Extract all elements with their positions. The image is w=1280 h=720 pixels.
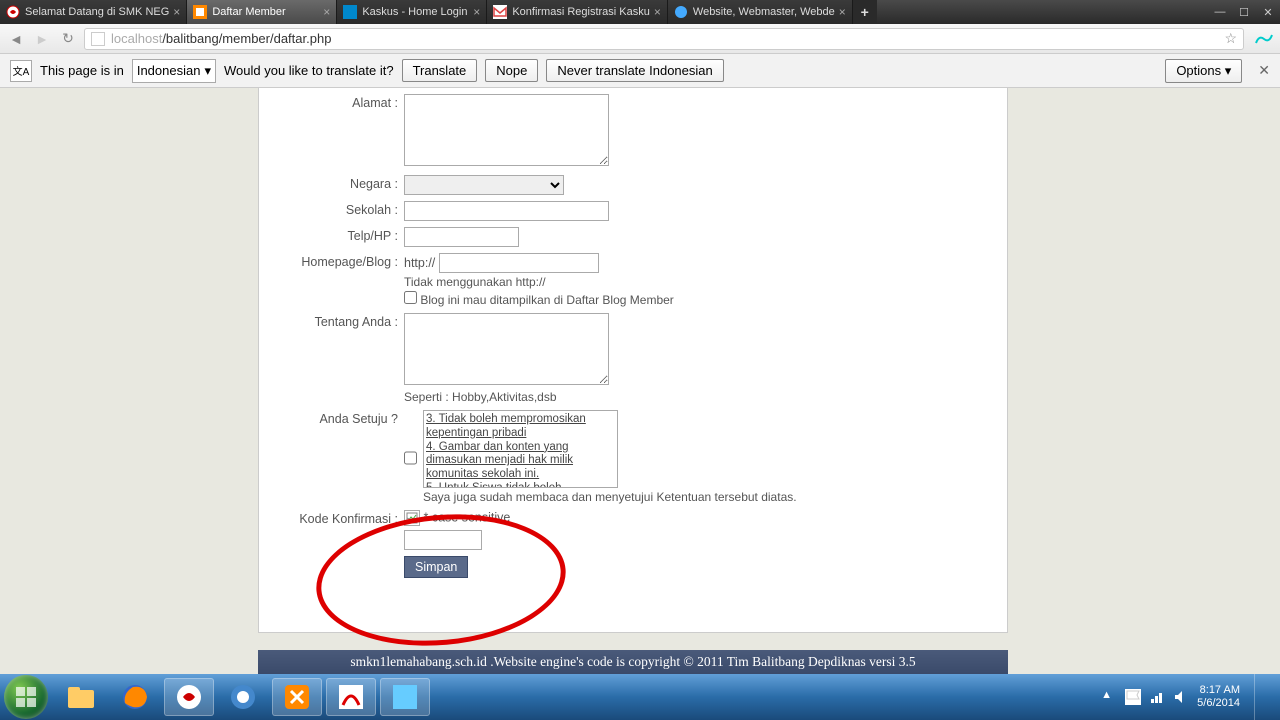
http-prefix: http://	[404, 256, 435, 270]
bookmark-star-icon[interactable]: ☆	[1224, 30, 1237, 47]
captcha-broken-image-icon	[404, 510, 420, 526]
tray-show-hidden-icon[interactable]: ▲	[1101, 689, 1117, 705]
never-translate-button[interactable]: Never translate Indonesian	[546, 59, 723, 82]
tab-close-icon[interactable]: ×	[839, 5, 846, 19]
favicon-web	[674, 5, 688, 19]
telp-label: Telp/HP	[348, 229, 392, 243]
taskbar-explorer-icon[interactable]	[56, 678, 106, 716]
options-button[interactable]: Options ▾	[1165, 59, 1242, 83]
reload-button[interactable]: ↻	[58, 29, 78, 49]
taskbar-firefox-icon[interactable]	[110, 678, 160, 716]
tray-flag-icon[interactable]	[1125, 689, 1141, 705]
translate-icon: 文A	[10, 60, 32, 82]
seperti-hint: Seperti : Hobby,Aktivitas,dsb	[404, 390, 1007, 404]
close-translate-icon[interactable]: ✕	[1258, 62, 1270, 79]
sekolah-input[interactable]	[404, 201, 609, 221]
url-host: localhost	[111, 31, 162, 46]
setuju-checkbox[interactable]	[404, 412, 417, 504]
tab-close-icon[interactable]: ×	[323, 5, 330, 19]
address-bar[interactable]: localhost/balitbang/member/daftar.php ☆	[84, 28, 1244, 50]
new-tab-button[interactable]: +	[853, 0, 877, 24]
maximize-button[interactable]: ☐	[1232, 0, 1256, 24]
simpan-button[interactable]: Simpan	[404, 556, 468, 578]
close-button[interactable]: ✕	[1256, 0, 1280, 24]
taskbar-browser-icon[interactable]	[164, 678, 214, 716]
tentang-label: Tentang Anda	[315, 315, 391, 329]
extension-icon[interactable]	[1254, 31, 1274, 47]
favicon-kaskus	[343, 5, 357, 19]
tab-daftar[interactable]: Daftar Member ×	[187, 0, 337, 24]
forward-button[interactable]: ►	[32, 29, 52, 49]
favicon-gmail	[493, 5, 507, 19]
taskbar-xampp-icon[interactable]	[272, 678, 322, 716]
start-button[interactable]	[4, 675, 48, 719]
taskbar-app-icon[interactable]	[218, 678, 268, 716]
kode-label: Kode Konfirmasi	[299, 512, 391, 526]
tentang-textarea[interactable]	[404, 313, 609, 385]
tray-volume-icon[interactable]	[1173, 689, 1189, 705]
page-icon	[91, 32, 105, 46]
tab-label: Kaskus - Home Login	[362, 6, 469, 18]
tab-label: Konfirmasi Registrasi Kasku	[512, 6, 650, 18]
translate-prompt: Would you like to translate it?	[224, 63, 394, 78]
back-button[interactable]: ◄	[6, 29, 26, 49]
taskbar-app3-icon[interactable]	[380, 678, 430, 716]
footer-text: smkn1lemahabang.sch.id .Website engine's…	[258, 650, 1008, 674]
show-desktop-button[interactable]	[1254, 674, 1268, 720]
terms-box[interactable]: 3. Tidak boleh mempromosikan kepentingan…	[423, 410, 618, 488]
alamat-label: Alamat	[352, 96, 391, 110]
telp-input[interactable]	[404, 227, 519, 247]
negara-label: Negara	[350, 177, 391, 191]
taskbar-app2-icon[interactable]	[326, 678, 376, 716]
casesens-text: * case sensitive	[423, 510, 510, 524]
translate-button[interactable]: Translate	[402, 59, 478, 82]
sekolah-label: Sekolah	[346, 203, 391, 217]
nope-button[interactable]: Nope	[485, 59, 538, 82]
language-select[interactable]: Indonesian ▾	[132, 59, 216, 83]
tab-label: Website, Webmaster, Webde	[693, 6, 835, 18]
tab-kaskus[interactable]: Kaskus - Home Login ×	[337, 0, 487, 24]
tab-close-icon[interactable]: ×	[654, 5, 661, 19]
tab-label: Daftar Member	[212, 6, 319, 18]
tab-close-icon[interactable]: ×	[473, 5, 480, 19]
homepage-input[interactable]	[439, 253, 599, 273]
tab-gmail[interactable]: Konfirmasi Registrasi Kasku ×	[487, 0, 668, 24]
tab-label: Selamat Datang di SMK NEG	[25, 6, 169, 18]
kode-input[interactable]	[404, 530, 482, 550]
blog-show-checkbox[interactable]	[404, 291, 417, 304]
nohttp-hint: Tidak menggunakan http://	[404, 275, 1007, 289]
blogshow-label: Blog ini mau ditampilkan di Daftar Blog …	[420, 293, 673, 307]
setuju-label: Anda Setuju ?	[319, 412, 398, 426]
clock[interactable]: 8:17 AM 5/6/2014	[1197, 684, 1240, 710]
favicon-daftar	[193, 5, 207, 19]
negara-select[interactable]	[404, 175, 564, 195]
sayajuga-text: Saya juga sudah membaca dan menyetujui K…	[423, 490, 797, 504]
tab-website[interactable]: Website, Webmaster, Webde ×	[668, 0, 853, 24]
translate-text: This page is in	[40, 63, 124, 78]
tab-smk[interactable]: Selamat Datang di SMK NEG ×	[0, 0, 187, 24]
homepage-label: Homepage/Blog	[301, 255, 391, 269]
url-path: /balitbang/member/daftar.php	[162, 31, 331, 46]
clock-date: 5/6/2014	[1197, 697, 1240, 710]
tab-close-icon[interactable]: ×	[173, 5, 180, 19]
tray-network-icon[interactable]	[1149, 689, 1165, 705]
favicon-smk	[6, 5, 20, 19]
minimize-button[interactable]: —	[1208, 0, 1232, 24]
clock-time: 8:17 AM	[1197, 684, 1240, 697]
alamat-textarea[interactable]	[404, 94, 609, 166]
